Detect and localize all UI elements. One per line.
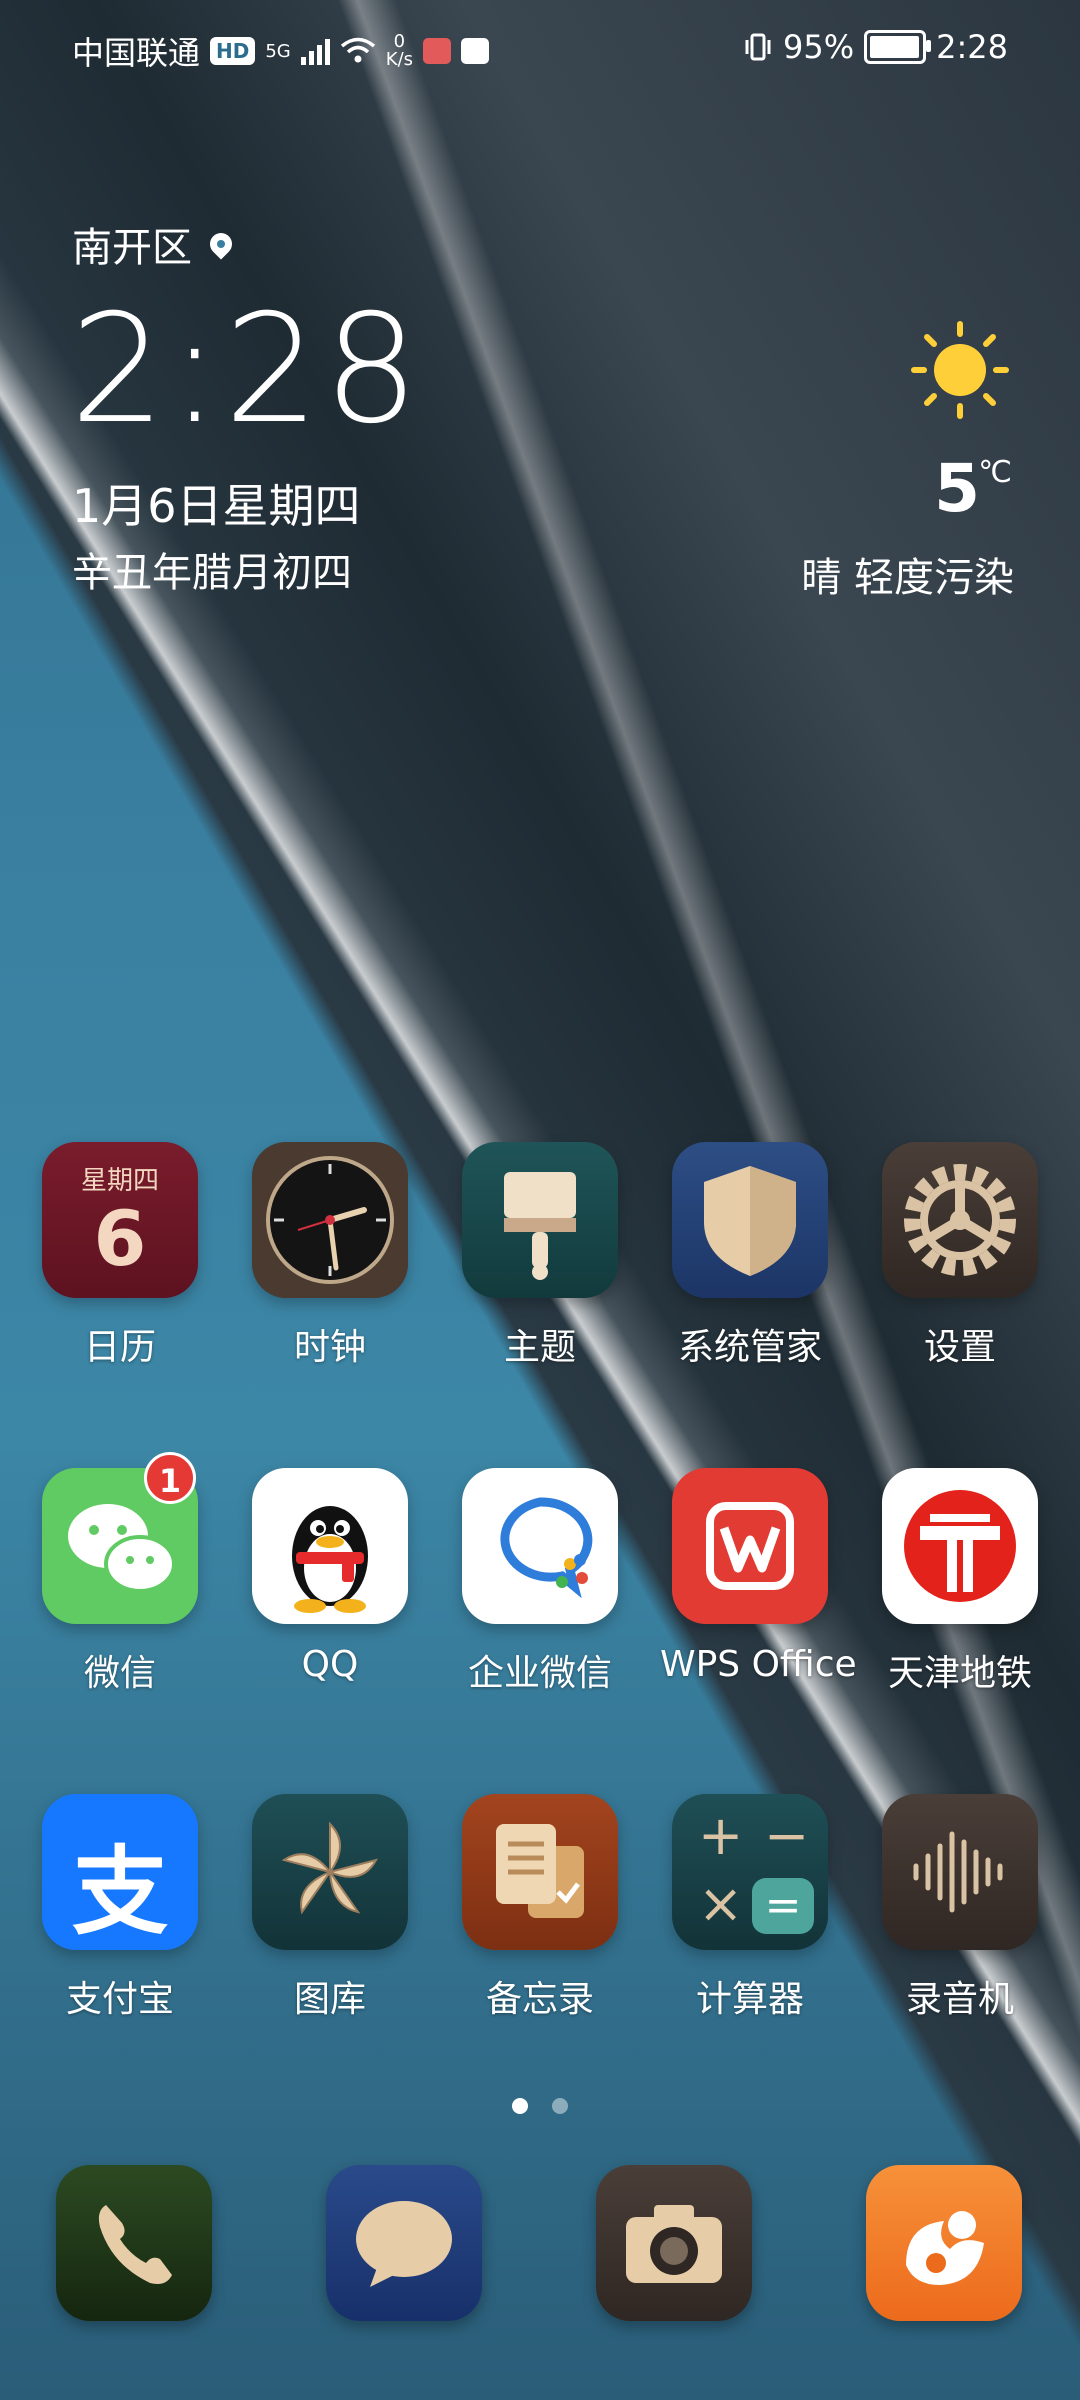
app-label: 设置 — [923, 1327, 996, 1368]
app-recorder[interactable]: 录音机 — [870, 1794, 1050, 2022]
notification-app-icon — [461, 38, 490, 64]
clock-time[interactable]: 2:28 — [70, 295, 423, 445]
gallery-flower-icon — [252, 1794, 408, 1950]
app-label: 日历 — [83, 1327, 156, 1368]
sun-icon[interactable] — [910, 320, 1010, 420]
phone-icon — [56, 2165, 212, 2321]
app-wps-office[interactable]: WPS Office — [660, 1468, 857, 1685]
app-label: 图库 — [293, 1979, 366, 2020]
app-notes[interactable]: 备忘录 — [450, 1794, 630, 2022]
wechat-icon: 1 — [42, 1452, 198, 1624]
clock-icon — [252, 1142, 408, 1298]
app-label: 备忘录 — [485, 1979, 594, 2020]
notification-badge: 1 — [144, 1452, 196, 1504]
wifi-icon — [340, 37, 375, 63]
sound-wave-icon — [882, 1794, 1038, 1950]
network-type: 5G — [265, 40, 291, 62]
location-label: 南开区 — [72, 225, 192, 271]
app-calculator[interactable]: + − × = 计算器 — [660, 1794, 840, 2022]
app-themes[interactable]: 主题 — [450, 1142, 630, 1370]
location[interactable]: 南开区 — [72, 215, 237, 273]
app-label: 支付宝 — [65, 1979, 174, 2020]
alipay-glyph: 支 — [72, 1836, 168, 1948]
vibrate-icon — [745, 33, 771, 61]
metro-logo-icon — [882, 1468, 1038, 1624]
app-wecom[interactable]: 企业微信 — [450, 1468, 630, 1696]
hd-icon: HD — [210, 37, 256, 65]
app-phone-manager[interactable]: 系统管家 — [660, 1142, 840, 1370]
temperature: 5 — [934, 450, 980, 527]
app-alipay[interactable]: 支 支付宝 — [30, 1794, 210, 2022]
network-speed: 0 K/s — [385, 31, 414, 70]
battery-percent: 95% — [783, 28, 855, 66]
notes-icon — [462, 1794, 618, 1950]
app-tianjin-metro[interactable]: 天津地铁 — [870, 1468, 1050, 1696]
dock-uc-browser[interactable] — [866, 2165, 1022, 2321]
clock-date: 1月6日星期四 — [72, 479, 361, 533]
app-label: 计算器 — [695, 1979, 804, 2020]
messages-icon — [326, 2165, 482, 2321]
wecom-icon — [462, 1468, 618, 1624]
page-dot — [552, 2098, 568, 2114]
dock-phone[interactable] — [56, 2165, 212, 2321]
app-label: 主题 — [503, 1327, 576, 1368]
location-pin-icon — [205, 228, 237, 260]
qq-penguin-icon — [252, 1468, 408, 1624]
app-label: 录音机 — [905, 1979, 1014, 2020]
app-label: 企业微信 — [467, 1653, 612, 1694]
equals-button: = — [752, 1878, 814, 1934]
app-label: 天津地铁 — [887, 1653, 1032, 1694]
gear-icon — [882, 1142, 1038, 1298]
app-clock[interactable]: 时钟 — [240, 1142, 420, 1370]
alipay-icon: 支 — [42, 1794, 198, 1950]
battery-icon — [864, 30, 932, 64]
app-label: 微信 — [83, 1653, 156, 1694]
app-wechat[interactable]: 1 微信 — [30, 1452, 210, 1696]
dock-messages[interactable] — [326, 2165, 482, 2321]
page-dot-active — [512, 2098, 528, 2114]
carrier-label: 中国联通 — [72, 34, 201, 72]
weather-condition: 晴 轻度污染 — [801, 555, 1014, 601]
temperature-unit: ℃ — [978, 455, 1012, 490]
app-label: QQ — [301, 1644, 359, 1685]
calendar-weekday: 星期四 — [80, 1166, 159, 1196]
calendar-icon: 星期四 6 — [42, 1142, 198, 1298]
wps-icon — [672, 1468, 828, 1624]
plus-sign: + — [698, 1804, 744, 1867]
status-time: 2:28 — [936, 28, 1008, 66]
notification-book-icon — [423, 38, 452, 64]
times-sign: × — [698, 1872, 744, 1935]
camera-icon — [596, 2165, 752, 2321]
app-label: 时钟 — [293, 1327, 366, 1368]
paintbrush-icon — [462, 1142, 618, 1298]
app-label: WPS Office — [660, 1644, 857, 1685]
page-indicator[interactable] — [0, 2098, 1080, 2114]
calculator-icon: + − × = — [672, 1794, 828, 1950]
app-calendar[interactable]: 星期四 6 日历 — [30, 1142, 210, 1370]
calendar-date: 6 — [93, 1194, 147, 1283]
signal-icon — [300, 37, 330, 65]
app-gallery[interactable]: 图库 — [240, 1794, 420, 2022]
app-qq[interactable]: QQ — [240, 1468, 420, 1685]
minus-sign: − — [764, 1804, 810, 1867]
lunar-date: 辛丑年腊月初四 — [72, 550, 352, 596]
app-label: 系统管家 — [677, 1327, 822, 1368]
shield-icon — [672, 1142, 828, 1298]
uc-browser-icon — [866, 2165, 1022, 2321]
dock-camera[interactable] — [596, 2165, 752, 2321]
app-settings[interactable]: 设置 — [870, 1142, 1050, 1370]
status-bar: 中国联通 HD 5G 0 K/s 95% 2:28 — [72, 28, 1008, 78]
